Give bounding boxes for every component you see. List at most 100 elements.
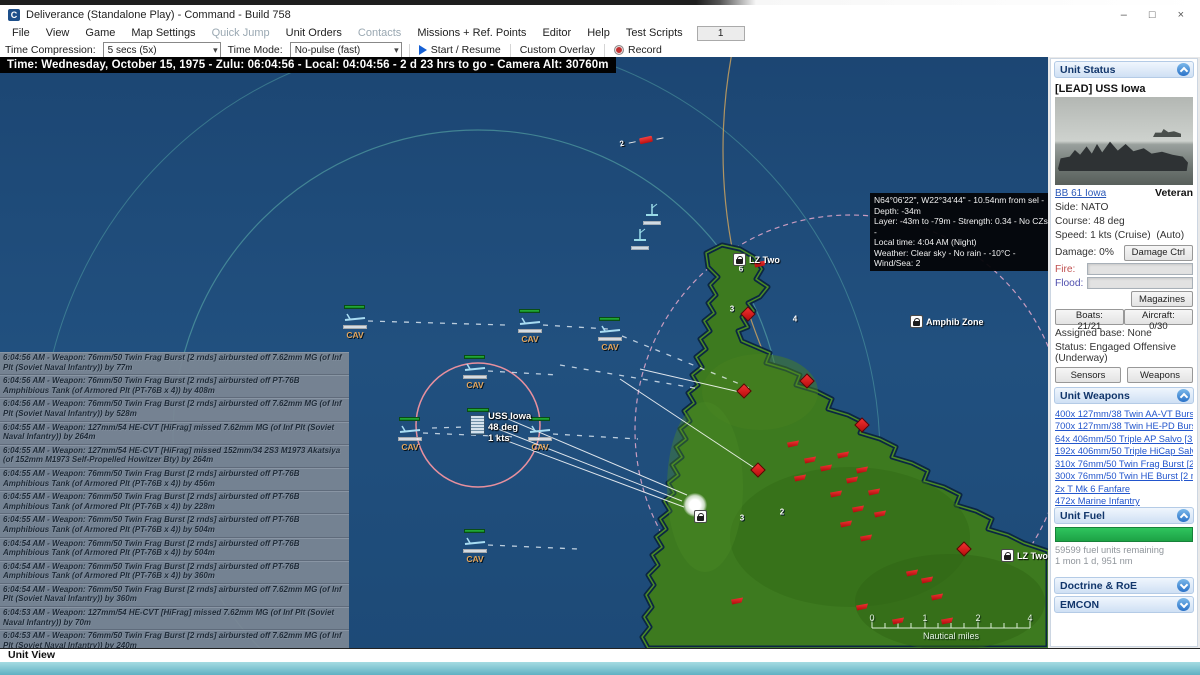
aircraft-button[interactable]: Aircraft: 0/30 — [1123, 309, 1193, 332]
collapse-icon[interactable] — [1177, 389, 1190, 402]
weapon-link[interactable]: 300x 76mm/50 Twin HE Burst [2 rnds] — [1055, 471, 1193, 481]
menu-item[interactable]: Contacts — [350, 27, 409, 39]
titlebar: C Deliverance (Standalone Play) - Comman… — [0, 5, 1200, 25]
log-entry: 6:04:55 AM - Weapon: 76mm/50 Twin Frag B… — [0, 468, 349, 492]
side-value: Side: NATO — [1055, 202, 1109, 213]
flood-bar — [1087, 277, 1193, 289]
custom-overlay-button[interactable]: Custom Overlay — [518, 44, 597, 56]
doctrine-roe-header[interactable]: Doctrine & RoE — [1054, 577, 1194, 594]
time-compression-select[interactable]: 5 secs (5x) — [102, 41, 221, 59]
menu-item[interactable]: View — [38, 27, 78, 39]
expand-icon[interactable] — [1177, 598, 1190, 611]
app-window: C Deliverance (Standalone Play) - Comman… — [0, 0, 1200, 675]
log-entry: 6:04:55 AM - Weapon: 76mm/50 Twin Frag B… — [0, 491, 349, 515]
weapon-link[interactable]: 400x 127mm/38 Twin AA-VT Burst [AntiAirc… — [1055, 409, 1193, 419]
assigned-base-value: Assigned base: None — [1055, 328, 1152, 339]
log-entry: 6:04:54 AM - Weapon: 76mm/50 Twin Frag B… — [0, 561, 349, 584]
unit-fuel-header[interactable]: Unit Fuel — [1054, 507, 1194, 524]
collapse-icon[interactable] — [1177, 63, 1190, 76]
toolbar-separator — [509, 43, 511, 57]
unit-weapons-title: Unit Weapons — [1060, 389, 1130, 402]
menu-item[interactable]: File — [4, 27, 38, 39]
scale-tick-label: 4 — [1027, 613, 1033, 623]
menu-item[interactable]: Quick Jump — [204, 27, 278, 39]
toolbar-separator — [604, 43, 605, 57]
weapon-link[interactable]: 700x 127mm/38 Twin HE-PD Burst [HiCap, 2… — [1055, 421, 1193, 431]
weapon-link[interactable]: 310x 76mm/50 Twin Frag Burst [2 rnds] — [1055, 459, 1193, 469]
time-banner: Time: Wednesday, October 15, 1975 - Zulu… — [0, 57, 616, 73]
fuel-remaining: 59599 fuel units remaining — [1055, 545, 1165, 555]
app-icon: C — [8, 9, 20, 21]
map-canvas[interactable]: Time: Wednesday, October 15, 1975 - Zulu… — [0, 57, 1048, 648]
map-tooltip: N64°06'22", W22°34'44" - 10.54nm from se… — [870, 193, 1048, 271]
scale-tick-label: 1 — [922, 613, 928, 623]
maximize-button[interactable]: □ — [1149, 9, 1156, 21]
menu-item[interactable]: Help — [579, 27, 618, 39]
unit-photo — [1055, 97, 1193, 185]
test-scripts-count-field[interactable]: 1 — [696, 25, 745, 41]
weapon-link[interactable]: 2x T Mk 6 Fanfare — [1055, 484, 1193, 494]
record-button[interactable]: Record — [612, 44, 664, 56]
menu-item[interactable]: Map Settings — [123, 27, 203, 39]
close-button[interactable]: × — [1178, 9, 1184, 21]
log-entry: 6:04:54 AM - Weapon: 76mm/50 Twin Frag B… — [0, 584, 349, 608]
record-icon — [614, 45, 624, 55]
start-resume-button[interactable]: Start / Resume — [417, 44, 503, 56]
toolbar-separator — [408, 43, 410, 57]
sidebar-panel: Unit Status [LEAD] USS Iowa BB 61 Iowa V… — [1050, 58, 1198, 647]
scale-caption: Nautical miles — [922, 631, 980, 641]
menu-item[interactable]: Test Scripts — [618, 27, 691, 39]
unit-weapons-header[interactable]: Unit Weapons — [1054, 387, 1194, 404]
log-entry: 6:04:56 AM - Weapon: 76mm/50 Twin Frag B… — [0, 398, 349, 422]
status-value: Status: Engaged Offensive (Underway) — [1055, 342, 1177, 364]
unit-status-header[interactable]: Unit Status — [1054, 61, 1194, 78]
unit-fuel-card: 59599 fuel units remaining 1 mon 1 d, 95… — [1054, 526, 1194, 576]
window-title: Deliverance (Standalone Play) - Command … — [26, 9, 291, 21]
collapse-icon[interactable] — [1177, 509, 1190, 522]
tooltip-local-time: Local time: 4:04 AM (Night) — [874, 237, 977, 247]
menu-items: File View Game Map Settings Quick Jump Unit O… — [4, 27, 691, 39]
doctrine-roe-title: Doctrine & RoE — [1060, 579, 1138, 592]
damage-ctrl-button[interactable]: Damage Ctrl — [1123, 244, 1193, 261]
tooltip-position: N64°06'22", W22°34'44" - 10.54nm from se… — [874, 195, 1045, 216]
weapon-link[interactable]: 64x 406mm/50 Triple AP Salvo [3 rnds] — [1055, 434, 1193, 444]
record-label: Record — [628, 44, 662, 56]
auto-flag: (Auto) — [1156, 230, 1185, 241]
unit-db-link[interactable]: BB 61 Iowa — [1055, 188, 1106, 199]
unit-status-card: [LEAD] USS Iowa BB 61 Iowa Veteran Side:… — [1054, 80, 1194, 386]
scale-tick-label: 2 — [975, 613, 981, 623]
emcon-header[interactable]: EMCON — [1054, 596, 1194, 613]
log-entry: 6:04:53 AM - Weapon: 127mm/54 HE-CVT [Hi… — [0, 607, 349, 631]
weapons-button[interactable]: Weapons — [1127, 367, 1193, 383]
log-entry: 6:04:55 AM - Weapon: 127mm/54 HE-CVT [Hi… — [0, 422, 349, 445]
log-entry: 6:04:54 AM - Weapon: 76mm/50 Twin Frag B… — [0, 538, 349, 561]
play-icon — [418, 45, 427, 55]
boats-button[interactable]: Boats: 21/21 — [1055, 309, 1124, 332]
sensors-button[interactable]: Sensors — [1055, 367, 1121, 383]
emcon-title: EMCON — [1060, 598, 1100, 611]
menu-item[interactable]: Unit Orders — [278, 27, 350, 39]
speed-value: Speed: 1 kts (Cruise) (Auto) — [1055, 230, 1193, 241]
tooltip-layer: Layer: -43m to -79m - Strength: 0.34 - N… — [874, 216, 1048, 237]
unit-weapons-list: 400x 127mm/38 Twin AA-VT Burst [AntiAirc… — [1054, 406, 1194, 507]
expand-icon[interactable] — [1177, 579, 1190, 592]
minimize-button[interactable]: – — [1121, 9, 1127, 21]
time-compression-label: Time Compression: — [5, 44, 96, 56]
experience-badge: Veteran — [1155, 187, 1193, 199]
menu-item[interactable]: Missions + Ref. Points — [409, 27, 534, 39]
bottom-strip — [0, 662, 1200, 675]
time-mode-select[interactable]: No-pulse (fast) — [289, 41, 402, 59]
flood-label: Flood: — [1055, 277, 1084, 289]
custom-overlay-label: Custom Overlay — [519, 44, 595, 56]
magazines-button[interactable]: Magazines — [1131, 291, 1193, 307]
weapon-link[interactable]: 192x 406mm/50 Triple HiCap Salvo [3 rnds… — [1055, 446, 1193, 456]
menu-item[interactable]: Editor — [534, 27, 579, 39]
weapon-link[interactable]: 472x Marine Infantry — [1055, 496, 1193, 506]
unit-status-title: Unit Status — [1060, 63, 1116, 76]
time-mode-label: Time Mode: — [227, 44, 283, 56]
menu-item[interactable]: Game — [77, 27, 123, 39]
menubar: File View Game Map Settings Quick Jump Unit O… — [0, 25, 1200, 41]
time-mode-value: No-pulse (fast) — [294, 44, 361, 56]
tooltip-weather: Weather: Clear sky - No rain - -10°C - W… — [874, 247, 1016, 269]
unit-fuel-title: Unit Fuel — [1060, 509, 1105, 522]
